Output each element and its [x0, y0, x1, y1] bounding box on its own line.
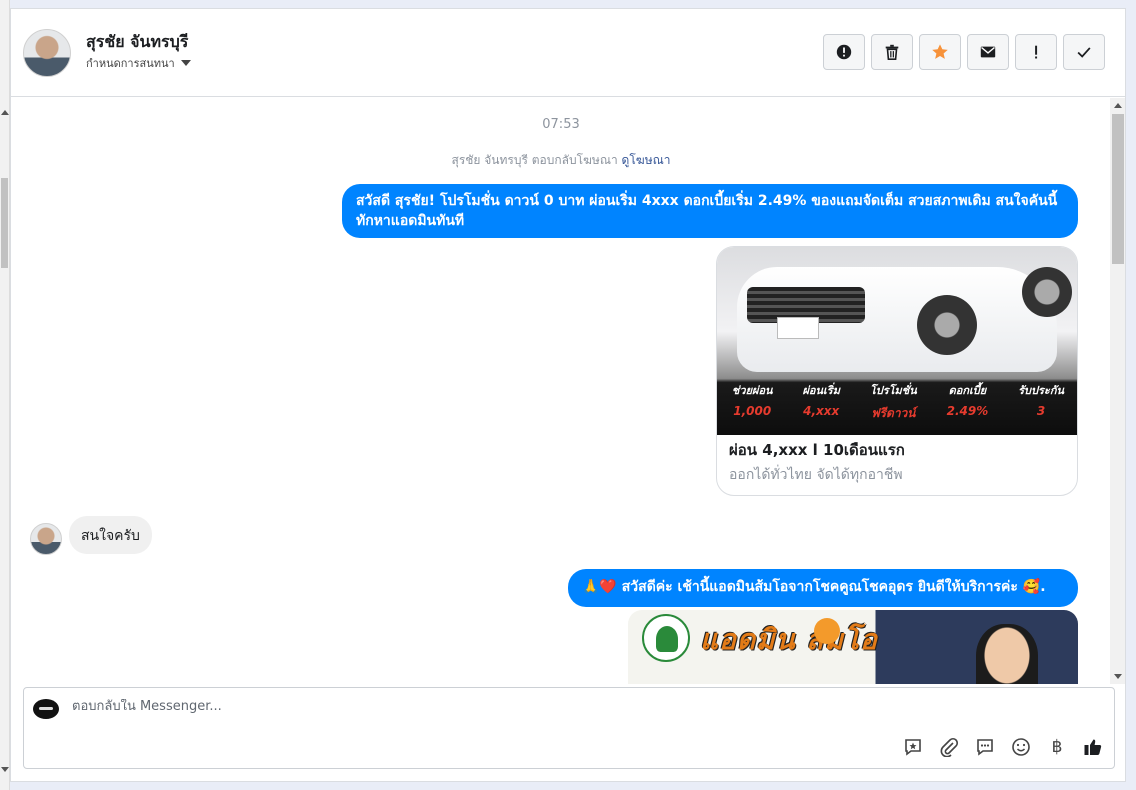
sender-avatar[interactable] [30, 523, 62, 555]
attachment-icon [940, 737, 959, 757]
assign-label: กำหนดการสนทนา [86, 57, 175, 70]
reply-input[interactable] [72, 699, 772, 714]
outer-scrollbar[interactable] [0, 0, 10, 790]
action-toolbar [823, 34, 1105, 70]
scroll-thumb[interactable] [1112, 114, 1124, 264]
scroll-down-arrow-icon[interactable] [1114, 674, 1122, 679]
ad-card-title: ผ่อน 4,xxx l 10เดือนแรก [729, 441, 905, 459]
alert-circle-icon [836, 44, 852, 60]
message-thread[interactable]: 07:53 สุรชัย จันทรบุรี ตอบกลับโฆษณา ดูโฆ… [11, 98, 1125, 684]
ad-reply-note: สุรชัย จันทรบุรี ตอบกลับโฆษณา ดูโฆษณา [11, 151, 1111, 170]
ad-reply-text: สุรชัย จันทรบุรี ตอบกลับโฆษณา [451, 153, 618, 167]
envelope-icon [980, 46, 996, 58]
car-wheel-graphic [1022, 267, 1072, 317]
emoji-button[interactable] [1010, 736, 1032, 758]
message-timestamp: 07:53 [542, 117, 580, 132]
contact-name[interactable]: สุรชัย จันทรบุรี [86, 30, 188, 55]
ad-card-subtitle: ออกได้ทั่วไทย จัดได้ทุกอาชีพ [729, 467, 903, 483]
exclamation-icon [1035, 45, 1038, 59]
saved-reply-icon [905, 739, 921, 756]
done-button[interactable] [1063, 34, 1105, 70]
promo-item: โปรโมชั่น ฟรีดาวน์ [869, 384, 917, 420]
dealer-logo [642, 614, 690, 662]
conversation-panel: สุรชัย จันทรบุรี กำหนดการสนทนา 07:53 สุร… [10, 8, 1126, 782]
scroll-up-arrow-icon[interactable] [1114, 103, 1122, 108]
mark-unread-button[interactable] [967, 34, 1009, 70]
emoji-icon [1012, 738, 1030, 756]
outgoing-message[interactable]: สวัสดี สุรชัย! โปรโมชั่น ดาวน์ 0 บาท ผ่อ… [342, 184, 1078, 238]
like-icon [1084, 739, 1102, 755]
report-button[interactable] [823, 34, 865, 70]
view-ad-link[interactable]: ดูโฆษณา [622, 153, 671, 167]
caret-down-icon [180, 60, 191, 66]
assign-conversation-dropdown[interactable]: กำหนดการสนทนา [86, 54, 191, 72]
page-avatar [33, 699, 59, 719]
like-button[interactable] [1082, 736, 1104, 758]
banner-title: แอดมิน ส้มโอ [700, 623, 878, 656]
ad-card[interactable]: ช่วยผ่อน 1,000 ผ่อนเริ่ม 4,xxx โปรโมชั่น ฟร… [716, 246, 1078, 496]
attach-file-button[interactable] [938, 736, 960, 758]
promo-strip: ช่วยผ่อน 1,000 ผ่อนเริ่ม 4,xxx โปรโมชั่น ฟร… [717, 381, 1077, 423]
trash-icon [885, 44, 899, 61]
orange-fruit-graphic [814, 618, 840, 644]
conversation-header: สุรชัย จันทรบุรี กำหนดการสนทนา [11, 9, 1125, 97]
delete-button[interactable] [871, 34, 913, 70]
composer-toolbar: ฿ [902, 736, 1104, 758]
car-plate-graphic [777, 317, 819, 339]
promo-item: ดอกเบี้ย 2.49% [946, 384, 989, 418]
admin-banner-image[interactable]: แอดมิน ส้มโอ [628, 610, 1078, 684]
payment-button[interactable]: ฿ [1046, 736, 1068, 758]
promo-item: ผ่อนเริ่ม 4,xxx [802, 384, 840, 418]
thread-scrollbar[interactable] [1110, 98, 1125, 684]
star-icon [932, 44, 948, 59]
scroll-down-arrow-icon[interactable] [1, 767, 9, 772]
promo-item: ช่วยผ่อน 1,000 [731, 384, 773, 418]
incoming-message[interactable]: สนใจครับ [69, 516, 152, 554]
baht-icon: ฿ [1051, 737, 1063, 757]
contact-avatar[interactable] [23, 29, 71, 77]
car-wheel-graphic [917, 295, 977, 355]
scroll-thumb[interactable] [1, 178, 8, 268]
admin-photo [976, 624, 1038, 684]
quick-message-button[interactable] [974, 736, 996, 758]
message-composer: ฿ [23, 687, 1115, 769]
saved-reply-button[interactable] [902, 736, 924, 758]
message-icon [977, 739, 993, 756]
star-button[interactable] [919, 34, 961, 70]
scroll-up-arrow-icon[interactable] [1, 110, 9, 115]
ad-car-image: ช่วยผ่อน 1,000 ผ่อนเริ่ม 4,xxx โปรโมชั่น ฟร… [717, 247, 1077, 435]
promo-item: รับประกัน 3 [1018, 384, 1064, 418]
outgoing-message[interactable]: 🙏❤️ สวัสดีค่ะ เช้านี้แอดมินส้มโอจากโชคคู… [568, 569, 1078, 607]
checkmark-icon [1077, 47, 1091, 58]
important-button[interactable] [1015, 34, 1057, 70]
